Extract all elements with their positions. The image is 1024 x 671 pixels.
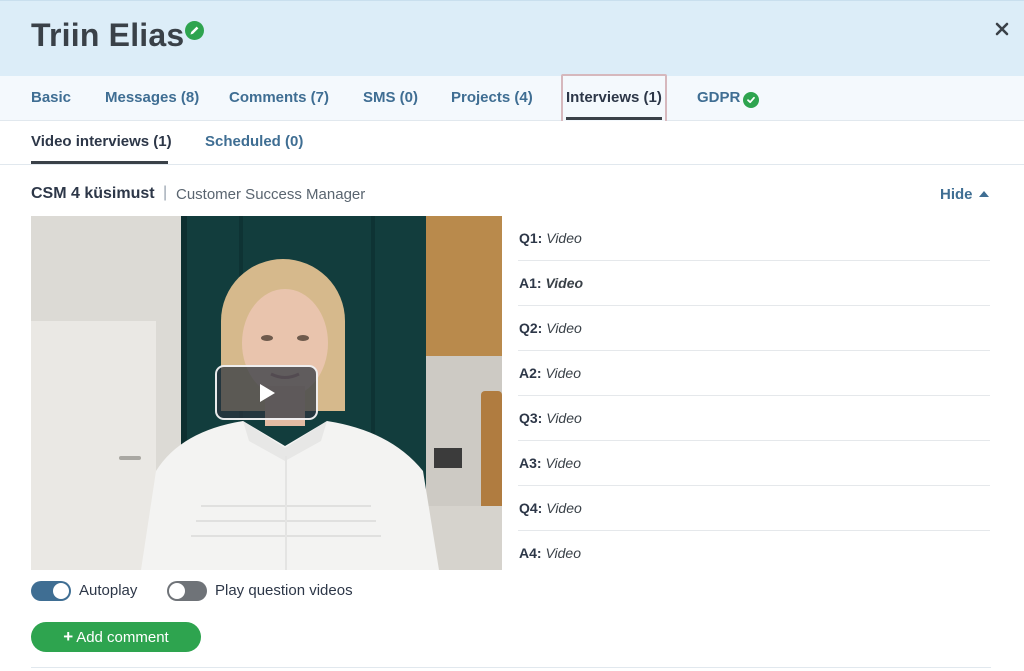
qa-label: Q2: xyxy=(519,320,543,336)
subtab-active-indicator xyxy=(31,161,168,164)
hide-button[interactable]: Hide xyxy=(940,186,989,203)
qa-label: Q1: xyxy=(519,230,543,246)
qa-video-link[interactable]: Video xyxy=(546,500,582,516)
autoplay-toggle[interactable] xyxy=(31,581,71,601)
list-item[interactable]: Q3: Video xyxy=(518,396,990,441)
list-item[interactable]: Q2: Video xyxy=(518,306,990,351)
qa-video-link[interactable]: Video xyxy=(545,365,581,381)
tab-basic[interactable]: Basic xyxy=(31,76,71,121)
divider xyxy=(31,667,991,668)
video-player[interactable] xyxy=(31,216,502,570)
play-icon xyxy=(259,383,275,402)
interview-position: Customer Success Manager xyxy=(176,186,366,203)
play-question-videos-toggle[interactable] xyxy=(167,581,207,601)
subtab-scheduled[interactable]: Scheduled (0) xyxy=(205,121,303,165)
qa-video-link[interactable]: Video xyxy=(546,410,582,426)
list-item[interactable]: Q1: Video xyxy=(518,216,990,261)
qa-video-link[interactable]: Video xyxy=(546,320,582,336)
plus-icon: + xyxy=(63,627,74,646)
tab-projects[interactable]: Projects (4) xyxy=(451,76,533,121)
qa-label: A2: xyxy=(519,365,542,381)
caret-up-icon xyxy=(978,191,989,197)
qa-video-link[interactable]: Video xyxy=(545,455,581,471)
profile-tabs: Basic Messages (8) Comments (7) SMS (0) … xyxy=(0,76,1024,121)
candidate-header: Triin Elias xyxy=(0,0,1024,76)
list-item[interactable]: A3: Video xyxy=(518,441,990,486)
list-item[interactable]: A1: Video xyxy=(518,261,990,306)
pencil-icon[interactable] xyxy=(185,21,204,40)
add-comment-button[interactable]: + Add comment xyxy=(31,622,201,652)
autoplay-label: Autoplay xyxy=(79,582,138,599)
play-button[interactable] xyxy=(215,365,318,420)
add-comment-label: Add comment xyxy=(76,628,169,646)
list-item[interactable]: A2: Video xyxy=(518,351,990,396)
subtab-video-interviews[interactable]: Video interviews (1) xyxy=(31,121,172,165)
qa-label: A3: xyxy=(519,455,542,471)
list-item[interactable]: A4: Video xyxy=(518,531,990,576)
qa-label: Q3: xyxy=(519,410,543,426)
qa-video-link[interactable]: Video xyxy=(546,230,582,246)
close-icon[interactable] xyxy=(990,17,1014,41)
tab-interviews[interactable]: Interviews (1) xyxy=(566,76,662,121)
toggle-knob xyxy=(169,583,185,599)
qa-label: Q4: xyxy=(519,500,543,516)
title-separator: | xyxy=(163,184,168,201)
interview-subtabs: Video interviews (1) Scheduled (0) xyxy=(0,121,1024,165)
toggle-knob xyxy=(53,583,69,599)
tab-active-indicator xyxy=(566,117,662,120)
tab-comments[interactable]: Comments (7) xyxy=(229,76,329,121)
list-item[interactable]: Q4: Video xyxy=(518,486,990,531)
check-circle-icon xyxy=(743,92,760,108)
qa-label: A1: xyxy=(519,275,542,291)
qa-video-link[interactable]: Video xyxy=(545,545,581,561)
tab-gdpr[interactable]: GDPR xyxy=(697,76,760,121)
qa-label: A4: xyxy=(519,545,542,561)
interview-title: CSM 4 küsimust xyxy=(31,185,155,202)
question-answer-list: Q1: Video A1: Video Q2: Video A2: Video … xyxy=(518,216,990,576)
hide-button-label: Hide xyxy=(940,186,973,203)
tab-sms[interactable]: SMS (0) xyxy=(363,76,418,121)
play-question-videos-label: Play question videos xyxy=(215,582,353,599)
tab-messages[interactable]: Messages (8) xyxy=(105,76,199,121)
qa-video-link[interactable]: Video xyxy=(545,275,583,291)
candidate-name: Triin Elias xyxy=(31,17,185,53)
tab-gdpr-label: GDPR xyxy=(697,89,741,106)
